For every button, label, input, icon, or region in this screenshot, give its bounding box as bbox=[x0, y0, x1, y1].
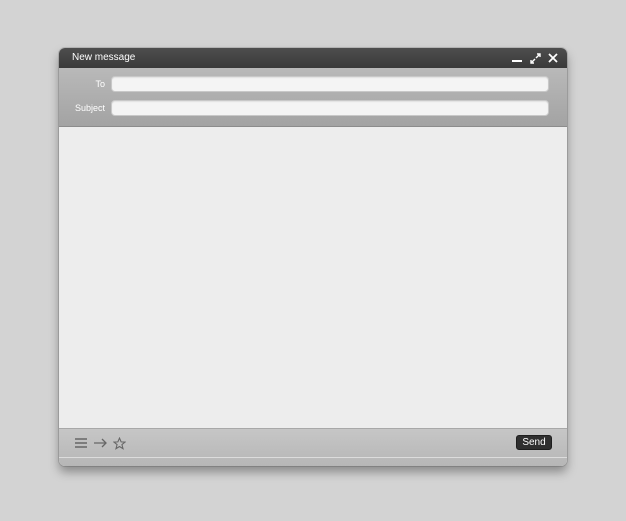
send-button[interactable]: Send bbox=[516, 435, 552, 450]
menu-icon[interactable] bbox=[74, 436, 88, 450]
to-label: To bbox=[95, 79, 105, 89]
new-message-window: New message To Subject Send bbox=[59, 48, 567, 466]
titlebar: New message bbox=[59, 48, 567, 68]
footer-toolbar: Send bbox=[59, 428, 567, 466]
subject-field[interactable] bbox=[111, 100, 549, 116]
footer-divider bbox=[59, 457, 567, 458]
close-icon[interactable] bbox=[546, 51, 560, 65]
window-title: New message bbox=[72, 52, 136, 63]
message-header: To Subject bbox=[59, 68, 567, 127]
footer-actions bbox=[74, 436, 126, 450]
minimize-icon[interactable] bbox=[510, 51, 524, 65]
message-body[interactable] bbox=[59, 127, 567, 428]
expand-icon[interactable] bbox=[528, 51, 542, 65]
star-icon[interactable] bbox=[112, 436, 126, 450]
to-field[interactable] bbox=[111, 76, 549, 92]
arrow-right-icon[interactable] bbox=[93, 436, 107, 450]
subject-label: Subject bbox=[74, 103, 105, 113]
window-controls bbox=[510, 48, 560, 68]
